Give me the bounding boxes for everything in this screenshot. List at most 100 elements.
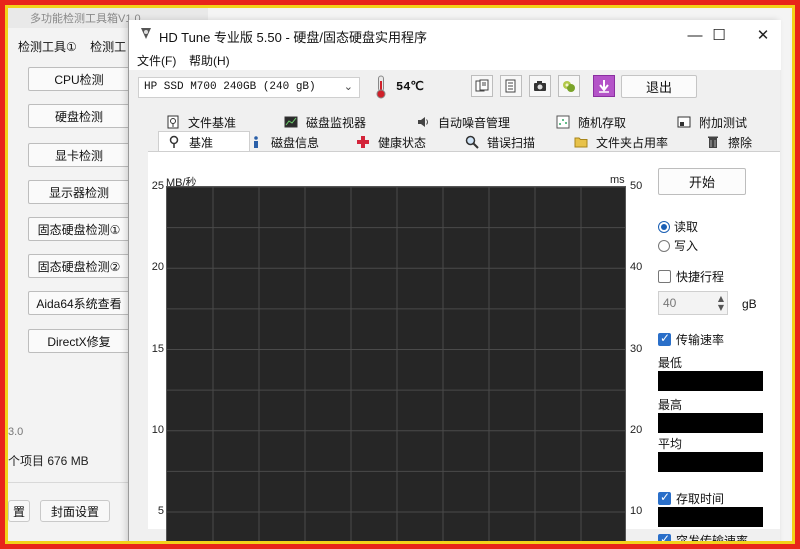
cover-settings-button[interactable]: 封面设置 xyxy=(40,500,110,522)
write-radio-dot xyxy=(658,239,670,252)
max-value-box xyxy=(658,413,763,433)
hdtune-app-icon xyxy=(141,28,151,39)
tab-file-benchmark-label: 文件基准 xyxy=(188,115,237,130)
tab-file-benchmark[interactable]: 文件基准 xyxy=(166,113,236,131)
y-right-tick: 40 xyxy=(630,261,643,274)
camera-icon[interactable] xyxy=(529,75,551,97)
close-button[interactable]: ✕ xyxy=(743,20,783,50)
gpu-check-button[interactable]: 显卡检测 xyxy=(28,143,130,167)
access-time-checkbox[interactable]: 存取时间 xyxy=(658,490,724,507)
benchmark-icon xyxy=(169,135,179,148)
ssd-check-1-button[interactable]: 固态硬盘检测① xyxy=(28,217,130,241)
exit-button[interactable]: 退出 xyxy=(621,75,697,98)
transfer-rate-label: 传输速率 xyxy=(676,333,725,347)
directx-repair-button[interactable]: DirectX修复 xyxy=(28,329,130,353)
write-radio[interactable]: 写入 xyxy=(658,237,698,254)
tab-noise-management-label: 自动噪音管理 xyxy=(438,115,511,130)
tab-error-scan[interactable]: 错误扫描 xyxy=(465,133,535,151)
tab-folder-usage[interactable]: 文件夹占用率 xyxy=(574,133,668,151)
monitor-check-button[interactable]: 显示器检测 xyxy=(28,180,130,204)
burst-rate-box xyxy=(658,532,671,547)
health-cross-icon xyxy=(357,136,369,148)
options-icon[interactable] xyxy=(558,75,580,97)
max-label: 最高 xyxy=(658,398,683,412)
stroke-size-stepper[interactable]: 40 ▲ ▼ xyxy=(658,291,728,315)
maximize-button[interactable]: ☐ xyxy=(699,20,739,50)
download-arrow-icon[interactable] xyxy=(593,75,615,97)
tab-benchmark[interactable]: 基准 xyxy=(158,131,250,152)
avg-value-box xyxy=(658,452,763,472)
drive-select-value: HP SSD M700 240GB (240 gB) xyxy=(144,81,316,93)
transfer-rate-checkbox[interactable]: 传输速率 xyxy=(658,331,724,348)
access-time-label: 存取时间 xyxy=(676,492,725,506)
drive-select[interactable]: HP SSD M700 240GB (240 gB) ⌄ xyxy=(138,77,360,98)
y-right-axis-label: ms xyxy=(610,174,625,186)
temperature-readout: 54℃ xyxy=(396,80,424,94)
speaker-icon xyxy=(418,117,428,127)
transfer-rate-box xyxy=(658,331,671,346)
y-right-tick: 30 xyxy=(630,342,643,355)
folder-icon xyxy=(574,137,588,148)
extra-tests-icon xyxy=(677,116,691,128)
ssd-check-2-button[interactable]: 固态硬盘检测② xyxy=(28,254,130,278)
y-right-tick: 50 xyxy=(630,180,643,192)
tab-disk-monitor[interactable]: 磁盘监视器 xyxy=(284,113,366,131)
y-right-tick: 20 xyxy=(630,423,643,436)
tab-noise-management[interactable]: 自动噪音管理 xyxy=(416,113,510,131)
burst-rate-checkbox[interactable]: 突发传输速率 xyxy=(658,532,748,549)
read-radio[interactable]: 读取 xyxy=(658,218,698,235)
menu-file[interactable]: 文件(F) xyxy=(137,52,176,69)
menu-bar: 文件(F) 帮助(H) xyxy=(129,50,781,70)
read-radio-dot xyxy=(658,220,670,233)
y-left-tick: 15 xyxy=(151,342,164,355)
avg-label: 平均 xyxy=(658,437,683,451)
copy-all-icon[interactable] xyxy=(500,75,522,97)
tab-error-scan-label: 错误扫描 xyxy=(487,135,536,150)
tab-disk-info[interactable]: 磁盘信息 xyxy=(249,133,319,151)
min-label: 最低 xyxy=(658,356,683,370)
background-menu: 检测工具① 检测工 xyxy=(18,38,136,55)
menu-help[interactable]: 帮助(H) xyxy=(189,52,230,69)
burst-rate-label: 突发传输速率 xyxy=(676,534,749,548)
min-value-box xyxy=(658,371,763,391)
tab-extra-tests[interactable]: 附加测试 xyxy=(677,113,747,131)
bg-divider xyxy=(0,482,130,483)
info-icon xyxy=(254,136,258,148)
trash-icon xyxy=(708,136,718,148)
y-right-tick: 10 xyxy=(630,505,643,517)
tab-erase[interactable]: 擦除 xyxy=(706,133,752,151)
y-left-tick: 5 xyxy=(157,505,164,517)
y-left-tick: 20 xyxy=(151,261,164,274)
tab-random-access[interactable]: 随机存取 xyxy=(556,113,626,131)
tab-disk-monitor-label: 磁盘监视器 xyxy=(306,115,367,130)
benchmark-graph xyxy=(166,186,626,549)
bg-menu-tools-1[interactable]: 检测工具① xyxy=(18,40,77,54)
bg-status-text: 个项目 676 MB xyxy=(8,454,89,468)
copy-info-icon[interactable] xyxy=(471,75,493,97)
bg-menu-tools-2[interactable]: 检测工 xyxy=(90,40,126,54)
read-radio-label: 读取 xyxy=(674,220,699,234)
tab-benchmark-label: 基准 xyxy=(189,135,214,150)
file-benchmark-icon xyxy=(167,115,179,129)
tab-health-label: 健康状态 xyxy=(378,135,427,150)
window-title: HD Tune 专业版 5.50 - 硬盘/固态硬盘实用程序 xyxy=(159,30,427,45)
stepper-arrows-icon[interactable]: ▲ ▼ xyxy=(718,294,724,312)
graph-grid xyxy=(167,187,625,548)
aida64-button[interactable]: Aida64系统查看 xyxy=(28,291,130,315)
tab-disk-info-label: 磁盘信息 xyxy=(271,135,320,150)
stroke-unit: gB xyxy=(742,297,757,311)
stroke-size-value: 40 xyxy=(663,296,677,310)
title-bar: HD Tune 专业版 5.50 - 硬盘/固态硬盘实用程序 — ☐ ✕ xyxy=(129,20,781,50)
disk-check-button[interactable]: 硬盘检测 xyxy=(28,104,130,128)
start-button[interactable]: 开始 xyxy=(658,168,746,195)
y-left-tick: 25 xyxy=(151,180,164,192)
cpu-check-button[interactable]: CPU检测 xyxy=(28,67,130,91)
tab-health[interactable]: 健康状态 xyxy=(356,133,426,151)
short-stroke-checkbox[interactable]: 快捷行程 xyxy=(658,268,724,285)
bg-footer-button-1[interactable]: 置 xyxy=(8,500,30,522)
short-stroke-box xyxy=(658,270,671,283)
random-access-icon xyxy=(556,115,570,129)
bg-status-small: 3.0 xyxy=(8,426,24,438)
tab-erase-label: 擦除 xyxy=(728,135,753,150)
tab-extra-tests-label: 附加测试 xyxy=(699,115,748,130)
